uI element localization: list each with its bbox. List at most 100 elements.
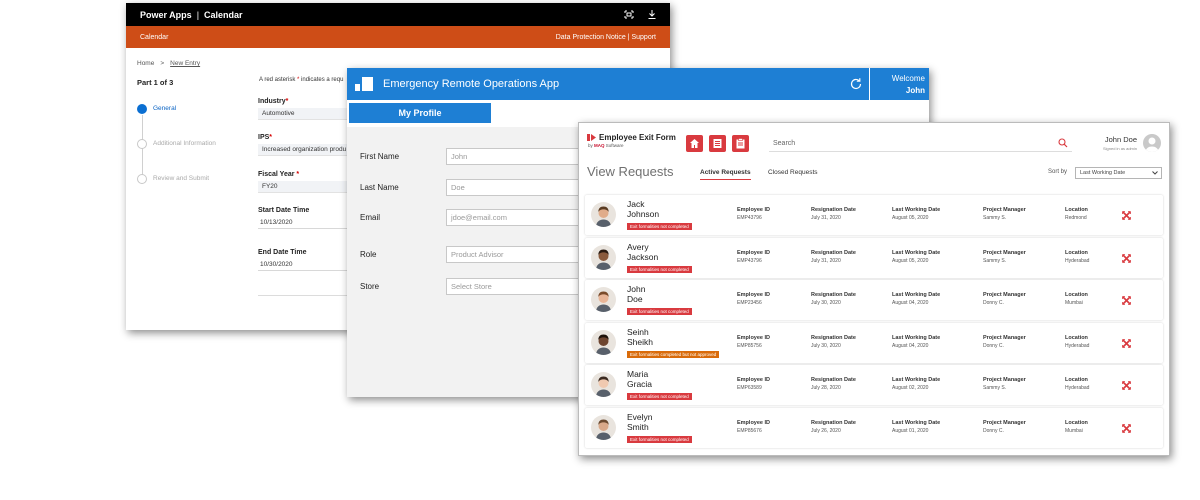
step-list: General Additional Information Review an… <box>137 103 216 208</box>
employee-avatar <box>591 414 616 440</box>
home-icon <box>690 139 699 148</box>
data-protection-support-link[interactable]: Data Protection Notice | Support <box>556 34 656 41</box>
tab-closed-requests[interactable]: Closed Requests <box>768 169 818 176</box>
cell-value: August 05, 2020 <box>892 215 929 221</box>
employee-name[interactable]: John Doe <box>627 284 645 304</box>
step-label: Additional Information <box>153 140 216 147</box>
location-cell: Location Hyderabad <box>1065 335 1089 349</box>
search-input[interactable]: Search <box>769 135 1072 152</box>
cell-value: Hyderabad <box>1065 257 1090 264</box>
tab-active-requests[interactable]: Active Requests <box>700 169 751 180</box>
cell-value: August 04, 2020 <box>892 342 929 349</box>
employee-name[interactable]: Avery Jackson <box>627 242 658 262</box>
title-separator: | <box>196 9 200 20</box>
column-header: Last Working Date <box>892 377 941 384</box>
manager-cell: Project Manager Donny C. <box>983 335 1026 349</box>
table-row[interactable]: John Doe Exit formalities not completed Emp… <box>585 280 1163 321</box>
table-row[interactable]: Evelyn Smith Exit formalities not complete… <box>585 407 1163 448</box>
last-working-cell: Last Working Date August 01, 2020 <box>892 420 940 434</box>
email-row: Email jdoe@email.com <box>360 209 586 226</box>
notice-asterisk: * <box>297 77 300 83</box>
fiscal-year-label-text: Fiscal Year <box>258 171 295 178</box>
employee-avatar <box>591 372 616 398</box>
emp-id-cell: Employee ID EMP63589 <box>737 377 770 391</box>
step-review-and-submit[interactable]: Review and Submit <box>137 173 216 208</box>
last-working-cell: Last Working Date August 05, 2020 <box>892 250 940 264</box>
location-cell: Location Mumbai <box>1065 292 1088 306</box>
brand-by: by <box>588 143 593 148</box>
column-header: Location <box>1065 377 1088 384</box>
required-asterisk: * <box>296 171 300 178</box>
home-button[interactable] <box>686 135 703 152</box>
email-input[interactable]: jdoe@email.com <box>446 209 586 226</box>
nav-calendar-link[interactable]: Calendar <box>140 34 168 41</box>
column-header: Employee ID <box>737 207 771 213</box>
search-placeholder: Search <box>773 140 796 147</box>
employee-name[interactable]: Maria Gracia <box>627 369 652 389</box>
column-header: Employee ID <box>737 334 771 341</box>
column-header: Project Manager <box>983 207 1026 213</box>
list-button[interactable] <box>709 135 726 152</box>
close-request-icon[interactable] <box>1122 253 1131 263</box>
column-header: Location <box>1065 419 1088 426</box>
table-row[interactable]: Jack Johnson Exit formalities not complete… <box>585 195 1163 235</box>
column-header: Resignation Date <box>811 419 856 426</box>
location-cell: Location Hyderabad <box>1065 250 1089 264</box>
employee-first-name: Maria <box>627 369 649 380</box>
table-row[interactable]: Avery Jackson Exit formalities not complet… <box>585 237 1163 278</box>
sort-select[interactable]: Last Working Date <box>1075 167 1162 179</box>
breadcrumb-current[interactable]: New Entry <box>170 60 200 67</box>
employee-first-name: John <box>627 284 646 295</box>
user-avatar[interactable] <box>1143 134 1161 152</box>
close-request-icon[interactable] <box>1122 211 1131 220</box>
ips-label-text: IPS <box>258 134 270 141</box>
store-select[interactable]: Select Store <box>446 278 586 295</box>
refresh-icon[interactable] <box>849 77 863 91</box>
column-header: Last Working Date <box>892 419 941 426</box>
clipboard-button[interactable] <box>732 135 749 152</box>
column-header: Location <box>1065 207 1088 213</box>
notice-text-rest: indicates a requ <box>301 77 344 83</box>
employee-avatar <box>591 244 616 270</box>
close-request-icon[interactable] <box>1122 381 1131 391</box>
last-name-input[interactable]: Doe <box>446 179 586 196</box>
nav-bar: Calendar Data Protection Notice | Suppor… <box>126 26 670 48</box>
welcome-panel: Welcome John <box>869 68 929 100</box>
clipboard-icon <box>736 138 745 149</box>
column-header: Project Manager <box>983 292 1026 299</box>
list-icon <box>713 139 722 148</box>
breadcrumb-home[interactable]: Home <box>137 60 154 67</box>
cell-value: EMP85756 <box>737 342 762 349</box>
manager-cell: Project Manager Sammy S. <box>983 207 1026 221</box>
store-row: Store Select Store <box>360 278 586 295</box>
employee-name[interactable]: Jack Johnson <box>627 199 659 219</box>
step-additional-information[interactable]: Additional Information <box>137 138 216 173</box>
cell-value: Sammy S. <box>983 215 1007 221</box>
search-icon[interactable] <box>1058 138 1068 148</box>
step-general[interactable]: General <box>137 103 216 138</box>
close-request-icon[interactable] <box>1122 424 1131 433</box>
cell-value: July 30, 2020 <box>811 300 841 307</box>
emp-id-cell: Employee ID EMP43796 <box>737 250 770 264</box>
manager-cell: Project Manager Donny C. <box>983 292 1026 306</box>
resignation-cell: Resignation Date July 26, 2020 <box>811 420 856 434</box>
status-badge: Exit formalities completed but not appro… <box>627 350 720 358</box>
close-request-icon[interactable] <box>1122 338 1131 348</box>
column-header: Resignation Date <box>811 207 856 213</box>
store-label: Store <box>360 282 380 291</box>
cell-value: July 31, 2020 <box>811 215 841 221</box>
employee-name[interactable]: Seinh Sheikh <box>627 327 653 347</box>
download-icon[interactable] <box>648 10 656 19</box>
close-request-icon[interactable] <box>1122 296 1131 306</box>
tab-my-profile[interactable]: My Profile <box>349 103 491 123</box>
employee-name[interactable]: Evelyn Smith <box>627 412 653 432</box>
manager-cell: Project Manager Sammy S. <box>983 250 1026 264</box>
cell-value: Redmond <box>1065 215 1087 221</box>
table-row[interactable]: Seinh Sheikh Exit formalities completed bu… <box>585 322 1163 363</box>
table-row[interactable]: Maria Gracia Exit formalities not complete… <box>585 365 1163 406</box>
fit-screen-icon[interactable] <box>624 10 634 19</box>
page-title: View Requests <box>587 164 674 179</box>
first-name-input[interactable]: John <box>446 148 586 165</box>
role-input[interactable]: Product Advisor <box>446 246 586 263</box>
column-header: Location <box>1065 292 1088 299</box>
